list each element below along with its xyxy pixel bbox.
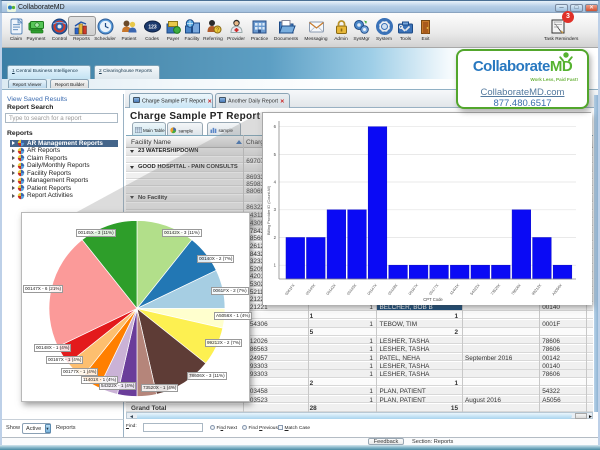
svg-text:123: 123 bbox=[148, 24, 157, 30]
svg-text:Billing Provider ID (Count All: Billing Provider ID (Count All) bbox=[267, 185, 271, 235]
svg-text:CPT Code: CPT Code bbox=[423, 297, 443, 302]
svg-text:?: ? bbox=[215, 27, 218, 33]
